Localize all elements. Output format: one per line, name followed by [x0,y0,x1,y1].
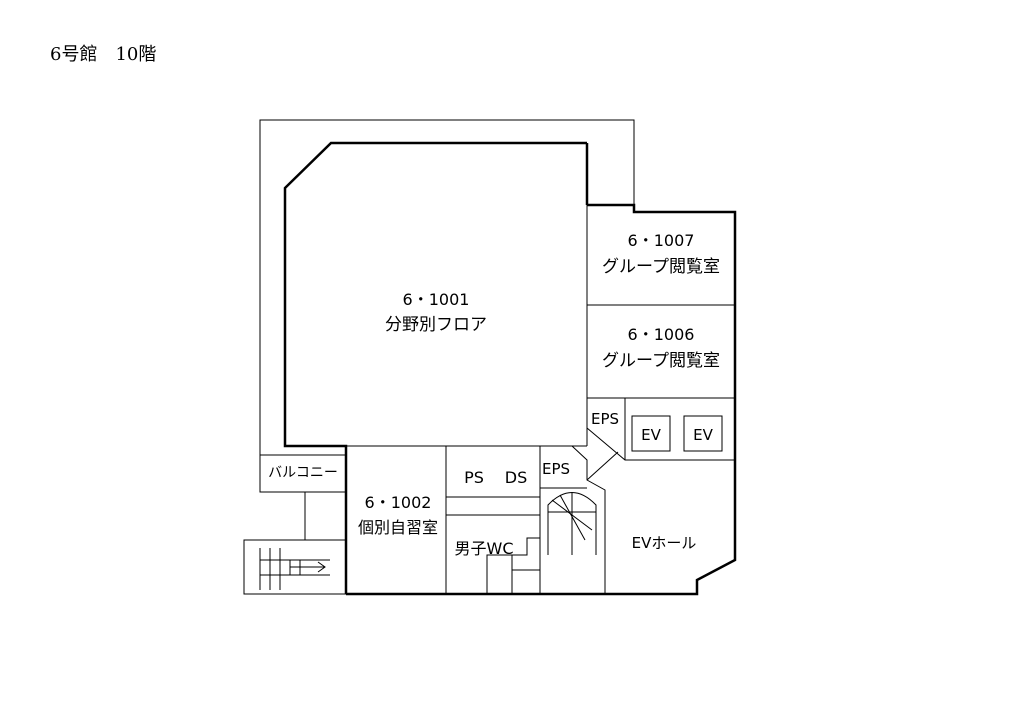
floor-plan: 6・1001 分野別フロア 6・1007 グループ閲覧室 6・1006 グループ… [243,119,737,596]
wc-men-label: 男子WC [455,539,514,558]
room-1006-name: グループ閲覧室 [602,351,720,371]
room-1006-number: 6・1006 [628,325,695,344]
ev-hall-label: EVホール [632,534,697,552]
eps-stair-label: EPS [542,460,570,478]
room-1007-name: グループ閲覧室 [602,257,720,277]
ds-label: DS [505,468,527,487]
ps-label: PS [464,468,484,487]
room-1001-number: 6・1001 [403,290,470,309]
external-stair-steps [259,548,330,590]
ev-left-label: EV [641,426,661,444]
room-1007-number: 6・1007 [628,231,695,250]
room-1002-name: 個別自習室 [358,518,438,537]
external-stair-arrow [290,561,326,573]
room-1002-number: 6・1002 [365,493,432,512]
room-1001-name: 分野別フロア [385,315,487,335]
ev-hall-diagonal [586,451,619,481]
ev-right-label: EV [693,426,713,444]
eps-right-label: EPS [591,410,619,428]
balcony-label: バルコニー [268,465,338,481]
